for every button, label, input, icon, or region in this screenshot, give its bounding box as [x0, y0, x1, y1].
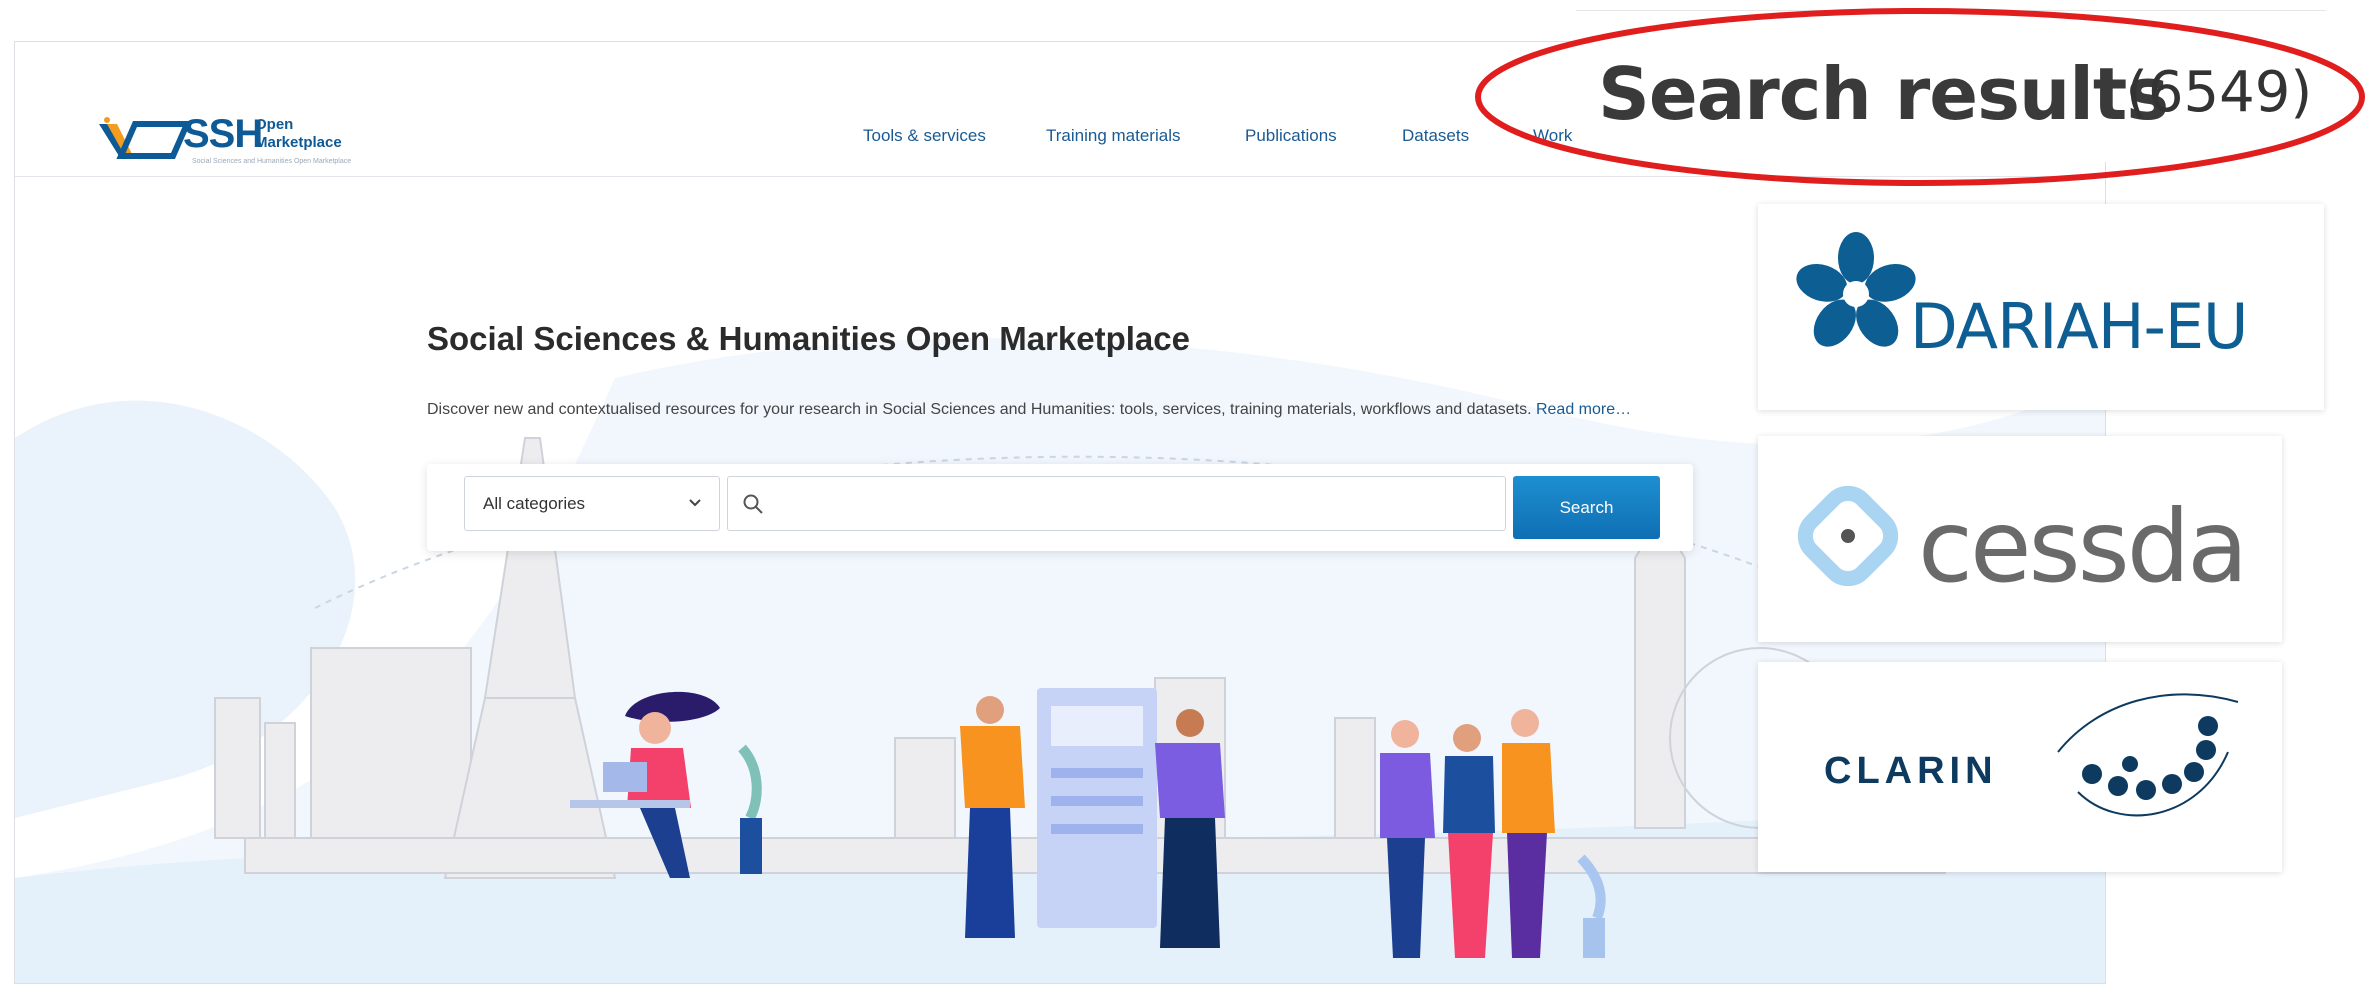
nav-item-training-materials[interactable]: Training materials: [1046, 126, 1180, 146]
logo-tagline: Social Sciences and Humanities Open Mark…: [192, 158, 352, 165]
cessda-wordmark: cessda: [1918, 488, 2248, 605]
dariah-flower-icon: [1796, 232, 1916, 347]
read-more-link[interactable]: Read more…: [1536, 401, 1631, 418]
nav-item-datasets[interactable]: Datasets: [1402, 126, 1469, 146]
search-card: All categories Search: [427, 464, 1693, 551]
clarin-dots-icon: [2057, 693, 2239, 817]
search-input[interactable]: [776, 485, 1491, 523]
nav-item-tools-services[interactable]: Tools & services: [863, 126, 986, 146]
partner-logo-dariah: DARIAH-EU: [1758, 204, 2324, 410]
nav-item-publications[interactable]: Publications: [1245, 126, 1337, 146]
dariah-wordmark: DARIAH-EU: [1910, 290, 2248, 363]
partner-logo-cessda: cessda: [1758, 436, 2282, 642]
category-select[interactable]: All categories: [464, 476, 720, 531]
search-button[interactable]: Search: [1513, 476, 1660, 539]
search-results-title: Search results: [1598, 52, 2169, 136]
partner-logo-clarin: CLARIN: [1758, 662, 2282, 872]
search-results-count: (6549): [2126, 60, 2313, 125]
hero-description: Discover new and contextualised resource…: [427, 401, 1631, 419]
category-select-value: All categories: [483, 494, 586, 513]
hero-description-text: Discover new and contextualised resource…: [427, 401, 1532, 418]
hero-title: Social Sciences & Humanities Open Market…: [427, 320, 1190, 357]
cessda-diamond-icon: [1797, 485, 1899, 587]
chevron-down-icon: [689, 499, 701, 507]
search-icon: [743, 494, 763, 514]
search-input-box[interactable]: [727, 476, 1506, 531]
